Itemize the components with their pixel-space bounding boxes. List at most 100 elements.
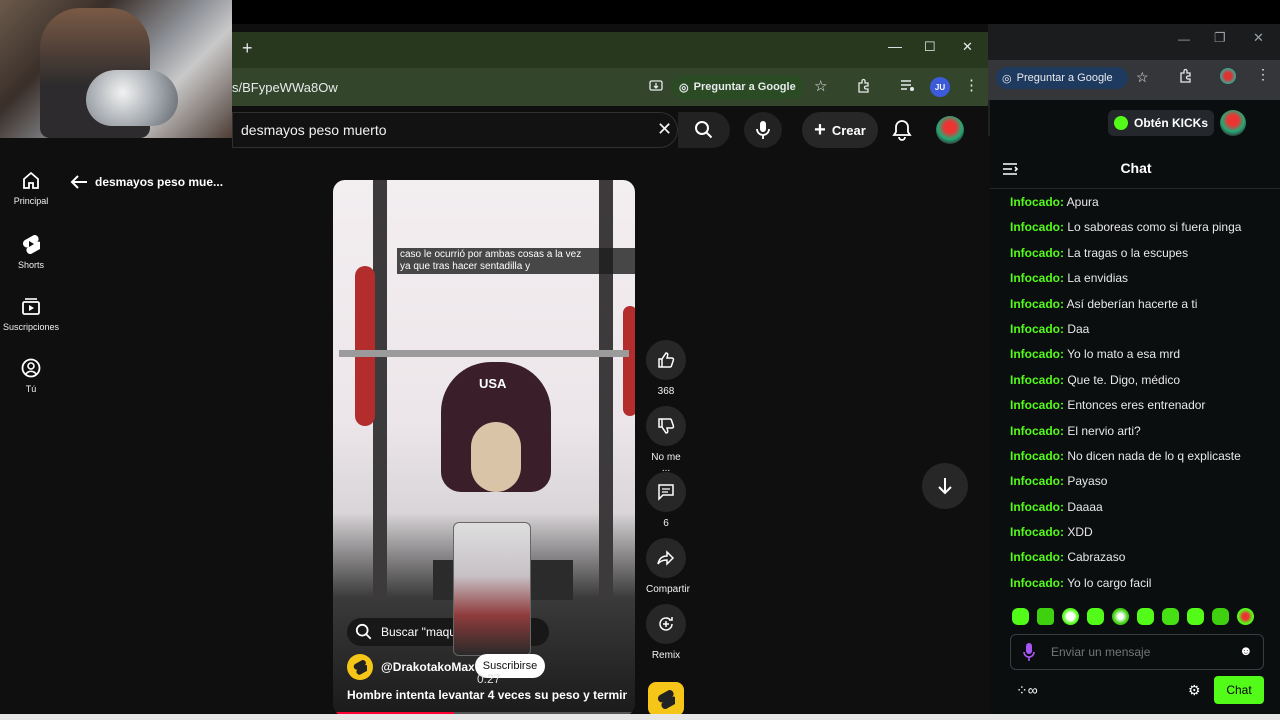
chat-username[interactable]: Infocado: [1010, 322, 1064, 336]
chat-message-input[interactable] [1049, 641, 1233, 663]
menu-dots-icon[interactable]: ⋮ [1256, 66, 1270, 83]
back-to-search-button[interactable]: desmayos peso mue... [70, 174, 223, 190]
chat-message: Infocado: Así deberían hacerte a ti [1010, 292, 1272, 317]
chat-input-box[interactable]: ☻ [1010, 634, 1264, 670]
emote-icon[interactable] [1187, 608, 1204, 625]
sidebar-item-suscripciones[interactable]: Suscripciones [0, 296, 62, 332]
search-button[interactable] [678, 112, 730, 148]
url-field[interactable]: s/BFypeWWa8Ow [232, 80, 338, 95]
notifications-bell-icon[interactable] [892, 119, 912, 141]
bg-restore-button[interactable]: ❐ [1214, 30, 1226, 46]
minimize-button[interactable]: — [888, 38, 902, 54]
emote-icon[interactable] [1112, 608, 1129, 625]
share-action[interactable]: Compartir [646, 538, 690, 595]
chat-username[interactable]: Infocado: [1010, 398, 1064, 412]
jersey-text: USA [479, 376, 507, 391]
emote-icon[interactable] [1037, 608, 1054, 625]
video-title[interactable]: Hombre intenta levantar 4 veces su peso … [347, 688, 627, 702]
sidebar-item-tu[interactable]: Tú [0, 358, 62, 394]
lifter-head [471, 422, 521, 492]
rack-upright-left [373, 180, 387, 600]
chat-username[interactable]: Infocado: [1010, 424, 1064, 438]
search-box[interactable]: desmayos peso muerto ✕ [232, 112, 678, 148]
emote-icon[interactable] [1212, 608, 1229, 625]
maximize-button[interactable]: ☐ [924, 39, 936, 55]
kick-user-avatar[interactable] [1220, 110, 1246, 136]
ask-google-button[interactable]: ◎ Preguntar a Google [672, 75, 804, 99]
chat-username[interactable]: Infocado: [1010, 246, 1064, 260]
chat-username[interactable]: Infocado: [1010, 525, 1064, 539]
chat-text: La tragas o la escupes [1067, 245, 1189, 260]
emote-icon[interactable] [1087, 608, 1104, 625]
chat-message: Infocado: XDD [1010, 520, 1272, 545]
emote-icon[interactable] [1062, 608, 1079, 625]
new-tab-button[interactable]: + [242, 38, 253, 59]
profile-avatar[interactable]: JU [930, 77, 950, 97]
weight-plate-right [623, 306, 635, 416]
bg-minimize-button[interactable]: — [1178, 32, 1190, 46]
chat-username[interactable]: Infocado: [1010, 576, 1064, 590]
dislike-action[interactable]: No me ... [646, 406, 686, 474]
chat-username[interactable]: Infocado: [1010, 195, 1064, 209]
shorts-logo-icon [353, 659, 367, 675]
share-button[interactable] [646, 538, 686, 578]
search-input[interactable]: desmayos peso muerto [241, 122, 387, 138]
bookmark-star-icon[interactable]: ☆ [814, 77, 827, 95]
bookmark-star-icon[interactable]: ☆ [1136, 69, 1149, 86]
emote-icon[interactable] [1162, 608, 1179, 625]
emote-icon[interactable] [1237, 608, 1254, 625]
chat-text: Daa [1067, 321, 1090, 336]
create-label: Crear [831, 122, 866, 138]
close-window-button[interactable]: ✕ [962, 39, 973, 55]
hover-preview-thumbnail [453, 522, 531, 656]
voice-search-button[interactable] [744, 112, 782, 148]
like-action[interactable]: 368 [646, 340, 686, 397]
barbell [339, 350, 629, 357]
chat-username[interactable]: Infocado: [1010, 474, 1064, 488]
chat-username[interactable]: Infocado: [1010, 220, 1064, 234]
emoji-picker-icon[interactable]: ☻ [1239, 643, 1253, 658]
channel-name[interactable]: @DrakotakoMax [381, 660, 475, 674]
remix-action[interactable]: Remix [646, 604, 686, 661]
sound-thumbnail[interactable] [648, 682, 684, 716]
get-kicks-button[interactable]: Obtén KICKs [1108, 110, 1214, 136]
create-button[interactable]: + Crear [802, 112, 878, 148]
comments-action[interactable]: 6 [646, 472, 686, 529]
chat-text: Yo lo mato a esa mrd [1067, 347, 1181, 362]
dislike-button[interactable] [646, 406, 686, 446]
subscriptions-icon [22, 298, 40, 315]
chat-username[interactable]: Infocado: [1010, 347, 1064, 361]
channel-points-icon[interactable]: ⁘∞ [1016, 682, 1038, 699]
microphone-icon[interactable] [1023, 643, 1035, 661]
media-queue-icon[interactable] [900, 79, 916, 93]
emote-icon[interactable] [1137, 608, 1154, 625]
bg-ask-google-button[interactable]: ◎ Preguntar a Google [996, 67, 1128, 89]
profile-avatar[interactable] [1220, 68, 1236, 84]
google-lens-icon: ◎ [1002, 72, 1012, 85]
like-button[interactable] [646, 340, 686, 380]
extensions-icon[interactable] [856, 78, 872, 94]
chat-username[interactable]: Infocado: [1010, 500, 1064, 514]
channel-avatar[interactable] [347, 654, 373, 680]
chat-settings-gear-icon[interactable]: ⚙ [1188, 682, 1201, 699]
menu-dots-icon[interactable]: ⋮ [964, 76, 979, 94]
chat-username[interactable]: Infocado: [1010, 271, 1064, 285]
chat-username[interactable]: Infocado: [1010, 297, 1064, 311]
comments-button[interactable] [646, 472, 686, 512]
next-video-button[interactable] [922, 463, 968, 509]
extensions-icon[interactable] [1178, 68, 1194, 84]
chat-username[interactable]: Infocado: [1010, 449, 1064, 463]
send-chat-button[interactable]: Chat [1214, 676, 1264, 704]
clear-search-icon[interactable]: ✕ [657, 119, 672, 140]
bg-close-button[interactable]: ✕ [1253, 30, 1264, 46]
sidebar-item-principal[interactable]: Principal [0, 170, 62, 206]
install-app-icon[interactable] [648, 78, 664, 94]
shorts-video-player[interactable]: USA caso le ocurrió por ambas cosas a la… [333, 180, 635, 716]
account-avatar[interactable] [936, 116, 964, 144]
sidebar-item-shorts[interactable]: Shorts [0, 234, 62, 270]
chat-username[interactable]: Infocado: [1010, 373, 1064, 387]
emote-icon[interactable] [1012, 608, 1029, 625]
remix-button[interactable] [646, 604, 686, 644]
chat-message: Infocado: La tragas o la escupes [1010, 241, 1272, 266]
chat-username[interactable]: Infocado: [1010, 550, 1064, 564]
